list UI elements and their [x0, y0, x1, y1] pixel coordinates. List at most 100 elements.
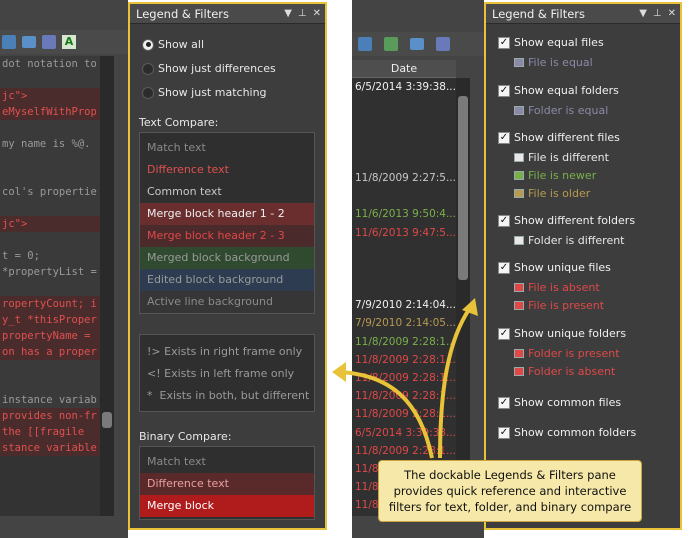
date-row[interactable] [352, 260, 456, 278]
date-column: 6/5/2014 3:39:38... 11/8/2009 2:27:5... 11… [352, 78, 456, 516]
toolbar-icon-b[interactable] [384, 37, 398, 51]
legend-filters-pane-left: Legend & Filters ▼ ⊥ ✕ Show all Show just… [128, 2, 327, 530]
filter-checkbox-row[interactable]: ✓ Show common folders [498, 426, 636, 439]
arrow-head-left [332, 362, 346, 382]
legend-row: Match text [140, 451, 314, 473]
filter-legend-item: File is different [514, 151, 609, 164]
legend-row: Merge block [140, 495, 314, 517]
date-row[interactable] [352, 278, 456, 296]
legend-row: Difference text [140, 159, 314, 181]
folder-legend-row: <! Exists in left frame only [147, 367, 295, 380]
radio-option[interactable]: Show all [142, 38, 204, 51]
date-row[interactable]: 11/8/2009 2:28:1... [352, 442, 456, 460]
date-row[interactable]: 11/6/2013 9:47:5... [352, 224, 456, 242]
filter-legend-label: File is older [528, 187, 591, 200]
checkbox-icon[interactable]: ✓ [498, 327, 510, 340]
right-toolbar [352, 32, 484, 56]
close-icon-right[interactable]: ✕ [668, 8, 676, 19]
filter-legend-label: Folder is different [528, 234, 625, 247]
date-row[interactable] [352, 133, 456, 151]
filter-checkbox-row[interactable]: ✓ Show unique folders [498, 327, 626, 340]
callout-box: The dockable Legends & Filters pane prov… [378, 460, 642, 522]
date-row[interactable]: 7/9/2010 2:14:05... [352, 314, 456, 332]
pin-icon[interactable]: ⊥ [298, 8, 307, 19]
checkbox-icon[interactable]: ✓ [498, 84, 510, 97]
date-row[interactable] [352, 187, 456, 205]
binary-compare-label: Binary Compare: [139, 430, 232, 443]
radio-option[interactable]: Show just differences [142, 62, 276, 75]
code-line [0, 280, 100, 296]
code-editor[interactable]: dot notation to jc"> eMyselfWithProp my nam… [0, 56, 100, 516]
date-row[interactable]: 6/5/2014 3:39:38... [352, 78, 456, 96]
date-row[interactable]: 11/8/2009 2:28:1... [352, 387, 456, 405]
code-line: my name is %@. [0, 136, 100, 152]
legend-row: Difference text [140, 473, 314, 495]
code-line: the [[fragile [0, 424, 100, 440]
radio-icon[interactable] [142, 62, 154, 75]
status-icon [514, 349, 524, 358]
filter-checkbox-row[interactable]: ✓ Show equal files [498, 36, 604, 49]
radio-icon[interactable] [142, 86, 154, 99]
date-row[interactable]: 11/8/2009 2:28:1... [352, 333, 456, 351]
date-row[interactable]: 11/8/2009 2:28:1... [352, 351, 456, 369]
close-icon[interactable]: ✕ [313, 8, 321, 19]
code-line: eMyselfWithProp [0, 104, 100, 120]
checkbox-icon[interactable]: ✓ [498, 131, 510, 144]
legend-row: Merged block background [140, 247, 314, 269]
filter-checkbox-row[interactable]: ✓ Show equal folders [498, 84, 619, 97]
date-header[interactable]: Date [352, 60, 456, 78]
checkbox-icon[interactable]: ✓ [498, 426, 510, 439]
text-legend-box: Match text Difference text Common text Merg… [139, 132, 315, 314]
filter-checkbox-row[interactable]: ✓ Show different files [498, 131, 620, 144]
text-icon[interactable]: A [62, 35, 76, 49]
right-scrollbar-thumb[interactable] [458, 96, 468, 280]
date-row[interactable]: 11/8/2009 2:27:5... [352, 169, 456, 187]
date-row[interactable] [352, 151, 456, 169]
dropdown-icon-right[interactable]: ▼ [639, 8, 647, 19]
left-scrollbar-thumb[interactable] [102, 412, 112, 428]
pin-icon-right[interactable]: ⊥ [653, 8, 662, 19]
code-line: dot notation to [0, 56, 100, 72]
radio-option[interactable]: Show just matching [142, 86, 267, 99]
date-row[interactable] [352, 114, 456, 132]
legend-row: Match text [140, 137, 314, 159]
code-line: y_t *thisProper [0, 312, 100, 328]
checkbox-icon[interactable]: ✓ [498, 214, 510, 227]
status-icon [514, 301, 524, 310]
date-row[interactable]: 11/8/2009 2:28:1... [352, 405, 456, 423]
folder-icon[interactable] [22, 36, 36, 48]
folder-legend-row: !> Exists in right frame only [147, 345, 303, 358]
filter-checkbox-row[interactable]: ✓ Show different folders [498, 214, 635, 227]
callout-line-1: The dockable Legends & Filters pane [404, 468, 616, 482]
code-line [0, 152, 100, 168]
filter-legend-label: Folder is present [528, 347, 620, 360]
checkbox-icon[interactable]: ✓ [498, 261, 510, 274]
code-line: ropertyCount; i [0, 296, 100, 312]
toolbar-icon-3[interactable] [42, 35, 56, 49]
filter-legend-item: Folder is absent [514, 365, 615, 378]
filter-legend-item: File is newer [514, 169, 596, 182]
code-line [0, 120, 100, 136]
radio-icon[interactable] [142, 38, 154, 51]
legend-row: Active line background [140, 291, 314, 313]
toolbar-icon-a[interactable] [358, 37, 372, 51]
date-row[interactable]: 11/8/2009 2:28:1... [352, 369, 456, 387]
date-row[interactable] [352, 96, 456, 114]
folder-icon-b[interactable] [410, 38, 424, 50]
date-row[interactable]: 7/9/2010 2:14:04... [352, 296, 456, 314]
left-scrollbar[interactable] [100, 56, 114, 516]
checkbox-icon[interactable]: ✓ [498, 36, 510, 49]
checkbox-icon[interactable]: ✓ [498, 396, 510, 409]
dropdown-icon[interactable]: ▼ [284, 8, 292, 19]
date-row[interactable]: 11/6/2013 9:50:4... [352, 205, 456, 223]
filter-label: Show unique files [514, 261, 611, 274]
toolbar-icon-1[interactable] [2, 35, 16, 49]
filter-checkbox-row[interactable]: ✓ Show unique files [498, 261, 611, 274]
date-row[interactable] [352, 242, 456, 260]
pane-title-right: Legend & Filters [492, 6, 585, 21]
date-row[interactable]: 6/5/2014 3:39:38... [352, 424, 456, 442]
filter-checkbox-row[interactable]: ✓ Show common files [498, 396, 621, 409]
code-line [0, 232, 100, 248]
toolbar-icon-c[interactable] [436, 37, 450, 51]
callout-line-2: provides quick reference and interactive [393, 484, 627, 498]
